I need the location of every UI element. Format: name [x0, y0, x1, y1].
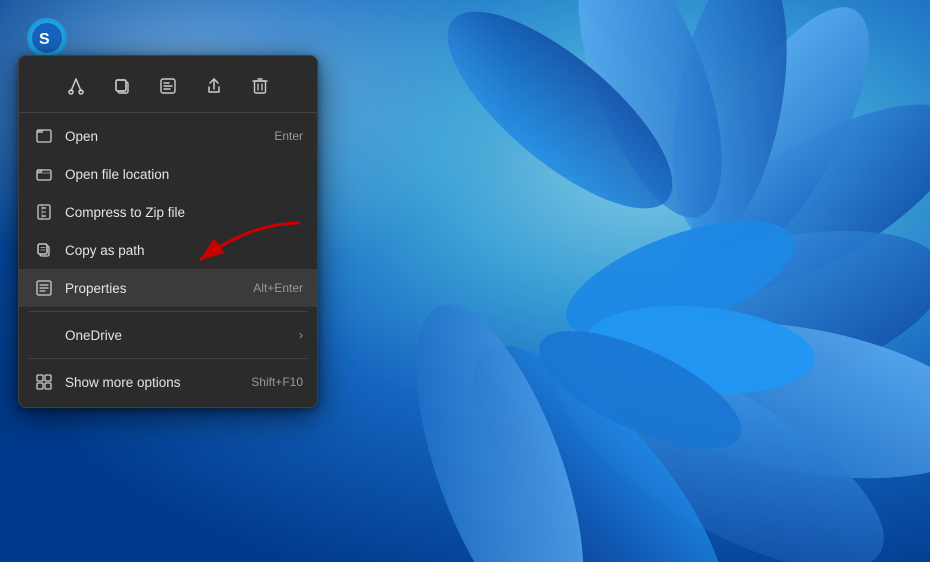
- compress-zip-label: Compress to Zip file: [65, 205, 303, 220]
- open-shortcut: Enter: [274, 129, 303, 143]
- compress-zip-icon: [33, 201, 55, 223]
- show-more-options-shortcut: Shift+F10: [251, 375, 303, 389]
- menu-item-open-file-location[interactable]: Open file location: [19, 155, 317, 193]
- svg-text:S: S: [39, 31, 50, 48]
- divider-1: [29, 311, 307, 312]
- share-icon: [205, 77, 223, 95]
- copy-icon: [114, 78, 131, 95]
- open-icon: [33, 125, 55, 147]
- cut-button[interactable]: [54, 68, 98, 104]
- share-button[interactable]: [192, 68, 236, 104]
- menu-item-open[interactable]: Open Enter: [19, 117, 317, 155]
- menu-item-copy-as-path[interactable]: Copy as path: [19, 231, 317, 269]
- show-more-options-icon: [33, 371, 55, 393]
- menu-item-compress-zip[interactable]: Compress to Zip file: [19, 193, 317, 231]
- desktop-icon-image: S: [27, 18, 67, 58]
- context-menu: Open Enter Open file location Compress t…: [18, 55, 318, 408]
- onedrive-arrow: ›: [299, 328, 303, 342]
- delete-button[interactable]: [238, 68, 282, 104]
- properties-icon: [33, 277, 55, 299]
- delete-icon: [252, 77, 268, 95]
- copy-as-path-icon: [33, 239, 55, 261]
- rename-icon: [159, 77, 177, 95]
- menu-item-show-more-options[interactable]: Show more options Shift+F10: [19, 363, 317, 401]
- cut-icon: [67, 77, 85, 95]
- context-menu-icon-bar: [19, 62, 317, 113]
- copy-button[interactable]: [100, 68, 144, 104]
- divider-2: [29, 358, 307, 359]
- open-file-location-icon: [33, 163, 55, 185]
- copy-as-path-label: Copy as path: [65, 243, 303, 258]
- open-label: Open: [65, 129, 274, 144]
- menu-item-onedrive[interactable]: OneDrive ›: [19, 316, 317, 354]
- properties-shortcut: Alt+Enter: [253, 281, 303, 295]
- menu-item-properties[interactable]: Properties Alt+Enter: [19, 269, 317, 307]
- rename-button[interactable]: [146, 68, 190, 104]
- open-file-location-label: Open file location: [65, 167, 303, 182]
- onedrive-label: OneDrive: [65, 328, 299, 343]
- onedrive-icon: [33, 324, 55, 346]
- show-more-options-label: Show more options: [65, 375, 251, 390]
- properties-label: Properties: [65, 281, 253, 296]
